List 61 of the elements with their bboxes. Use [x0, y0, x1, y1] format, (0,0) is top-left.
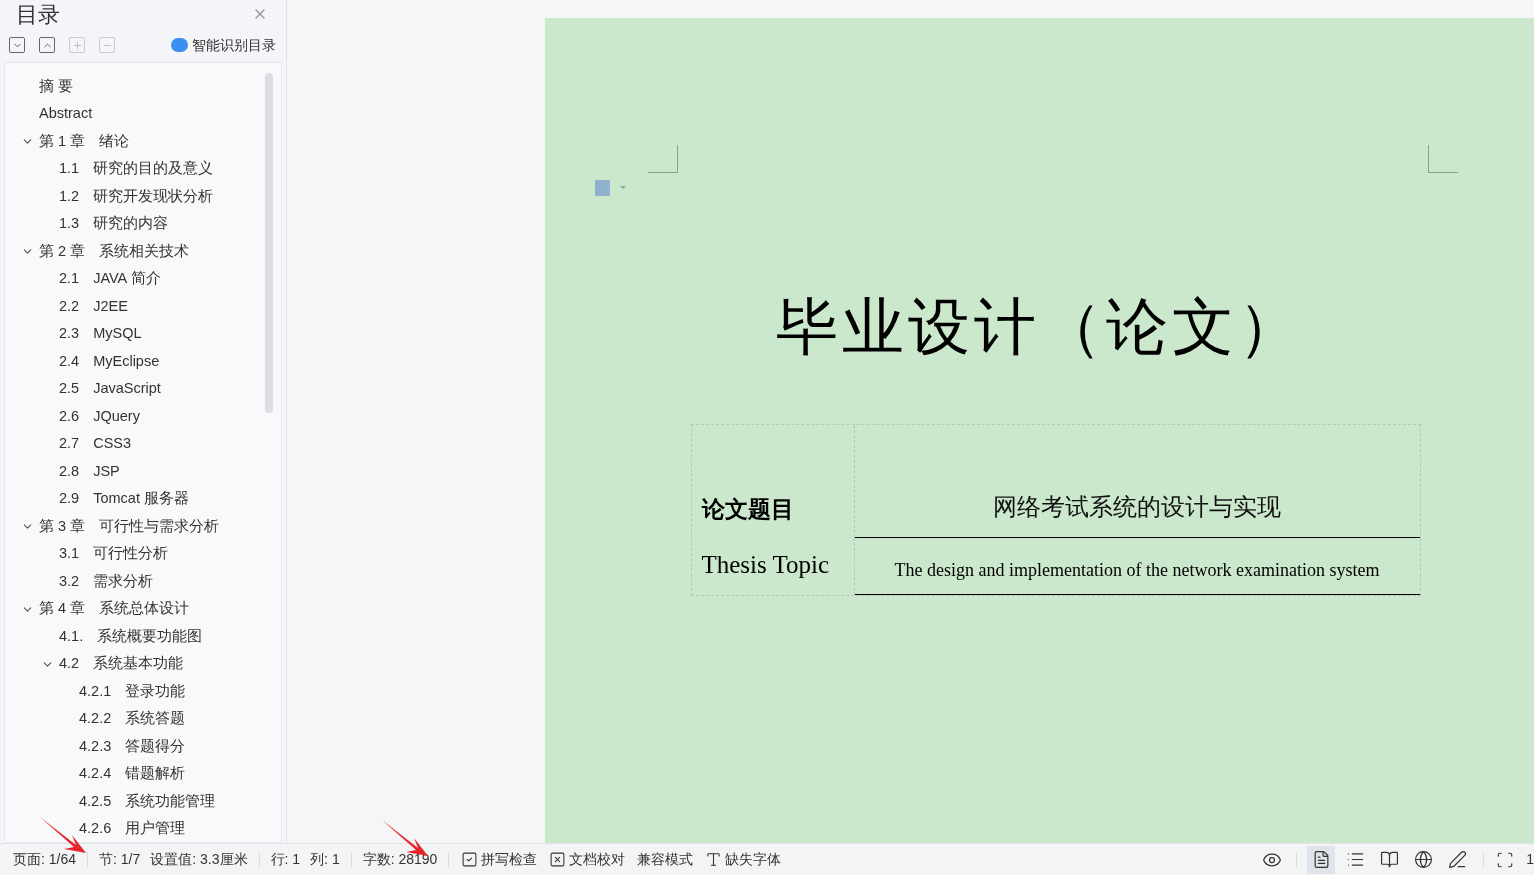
expand-button[interactable]	[39, 37, 55, 53]
status-item[interactable]: 行: 1	[265, 849, 306, 870]
toc-item[interactable]: 2.9 Tomcat 服务器	[59, 488, 189, 511]
toc-item[interactable]: 4.2 系统基本功能	[59, 653, 184, 676]
toc-item[interactable]: 第 3 章 可行性与需求分析	[39, 515, 220, 538]
label-text: 论文题目	[701, 494, 794, 524]
toc-item[interactable]: Abstract	[39, 103, 93, 126]
toc-item[interactable]: 1.2 研究开发现状分析	[59, 185, 214, 208]
plus-icon	[71, 39, 83, 51]
toc-item[interactable]: 2.5 JavaScript	[59, 378, 161, 401]
toc-item[interactable]: 4.2.4 错题解析	[79, 763, 186, 786]
toc-item[interactable]: 4.1. 系统概要功能图	[59, 625, 203, 648]
toc-item[interactable]: 1.3 研究的内容	[59, 213, 169, 236]
status-item[interactable]: 设置值: 3.3厘米	[145, 849, 253, 870]
value-text: The design and implementation of the network examination system	[894, 559, 1380, 582]
zoom-level[interactable]: 1	[1520, 849, 1534, 870]
toc-item[interactable]: 摘 要	[39, 75, 74, 98]
value-text: 网络考试系统的设计与实现	[993, 492, 1281, 522]
toc-item[interactable]: 第 1 章 绪论	[39, 130, 130, 153]
toc-item[interactable]: 3.1 可行性分析	[59, 543, 169, 566]
toc-item[interactable]: 4.2.2 系统答题	[79, 708, 186, 731]
check-icon	[461, 851, 479, 868]
collapse-button[interactable]	[9, 37, 25, 53]
scrollbar[interactable]	[265, 73, 273, 413]
status-tool-button[interactable]: 文档校对	[543, 849, 632, 870]
web-icon	[1413, 850, 1433, 869]
status-item[interactable]: 节: 1/7	[94, 849, 146, 870]
status-tool-button[interactable]: 拼写检查	[455, 849, 544, 870]
toc-item[interactable]: 4.2.5 系统功能管理	[79, 790, 216, 813]
toc-item[interactable]: 2.7 CSS3	[59, 433, 132, 456]
pen-icon	[1447, 850, 1467, 869]
crop-mark	[648, 145, 678, 173]
smart-toc-button[interactable]: 智能识别目录	[171, 34, 276, 56]
status-item[interactable]: 字数: 28190	[357, 849, 443, 870]
toc-item[interactable]: 3.2 需求分析	[59, 570, 154, 593]
outline-icon	[1345, 850, 1365, 869]
box-x-icon	[549, 851, 567, 868]
toc-item[interactable]: 1.1 研究的目的及意义	[59, 158, 214, 181]
toc-item[interactable]: 2.2 J2EE	[59, 295, 128, 318]
toc-item[interactable]: 4.2.3 答题得分	[79, 735, 186, 758]
toc-item[interactable]: 2.1 JAVA 简介	[59, 268, 161, 291]
toc-item[interactable]: 第 2 章 系统相关技术	[39, 240, 190, 263]
page-view-button[interactable]	[1307, 845, 1336, 874]
status-tool-button[interactable]: 兼容模式	[631, 849, 700, 870]
label-text: Thesis Topic	[701, 549, 830, 580]
crop-mark	[1428, 145, 1458, 173]
font-icon	[705, 851, 723, 868]
read-icon	[1379, 850, 1399, 869]
toc-item[interactable]: 4.2.1 登录功能	[79, 680, 186, 703]
status-item[interactable]: 页面: 1/64	[8, 849, 82, 870]
toc-item[interactable]: 4.2.6 用户管理	[79, 818, 186, 841]
toc-item[interactable]: 2.3 MySQL	[59, 323, 142, 346]
status-item[interactable]: 列: 1	[305, 849, 345, 870]
toc-item[interactable]: 2.8 JSP	[59, 460, 120, 483]
panel-title: 目录	[16, 0, 60, 29]
document-title: 毕业设计（论文）	[775, 296, 1304, 358]
toc-item[interactable]: 2.6 JQuery	[59, 405, 140, 428]
toc-item[interactable]: 2.4 MyEclipse	[59, 350, 160, 373]
toc-item[interactable]: 第 4 章 系统总体设计	[39, 598, 190, 621]
fit-screen-icon[interactable]	[1496, 850, 1515, 869]
status-tool-button[interactable]: 缺失字体	[699, 849, 788, 870]
